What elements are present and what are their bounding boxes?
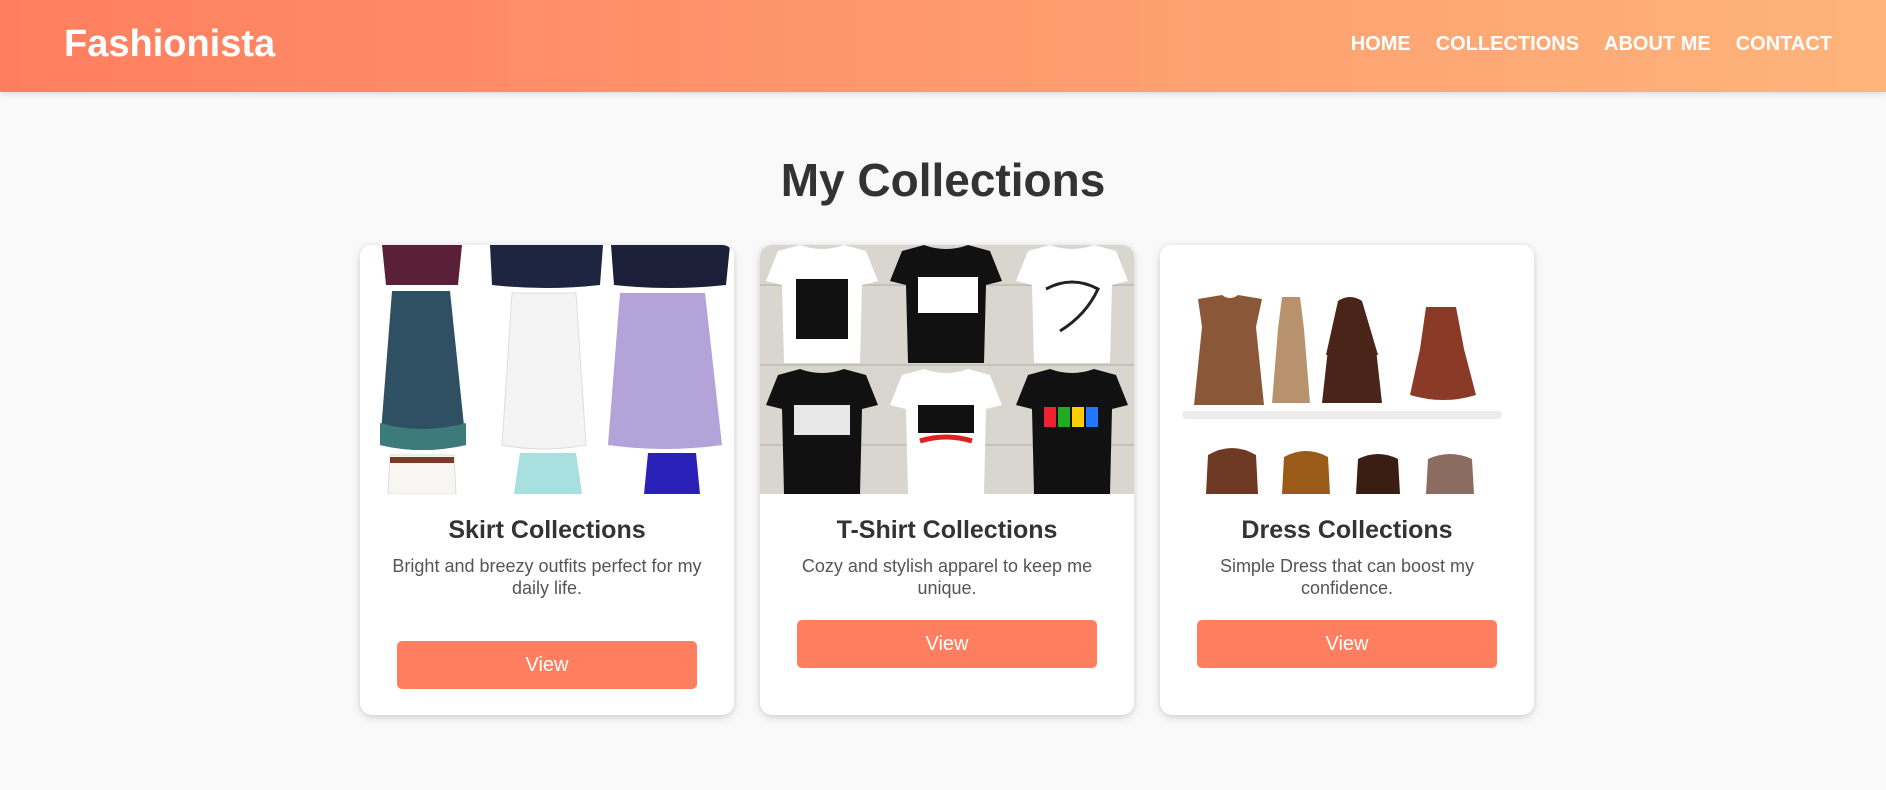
nav-about-me[interactable]: ABOUT ME bbox=[1604, 30, 1711, 58]
tshirt-collection-image bbox=[760, 245, 1134, 494]
collection-card-dress: Dress Collections Simple Dress that can … bbox=[1160, 245, 1534, 715]
card-description: Simple Dress that can boost my confidenc… bbox=[1219, 556, 1475, 598]
card-title: Dress Collections bbox=[1241, 516, 1453, 544]
page-title: My Collections bbox=[780, 154, 1106, 206]
site-header: Fashionista HOME COLLECTIONS ABOUT ME CO… bbox=[0, 0, 1886, 92]
card-description: Bright and breezy outfits perfect for my… bbox=[392, 556, 702, 598]
collection-card-skirt: Skirt Collections Bright and breezy outf… bbox=[360, 245, 734, 715]
collection-card-tshirt: T-Shirt Collections Cozy and stylish app… bbox=[760, 245, 1134, 715]
card-title: Skirt Collections bbox=[448, 516, 646, 544]
dress-collection-image bbox=[1160, 245, 1534, 494]
main-nav: HOME COLLECTIONS ABOUT ME CONTACT bbox=[1351, 30, 1832, 58]
nav-home[interactable]: HOME bbox=[1351, 30, 1411, 58]
view-skirt-button[interactable]: View bbox=[397, 641, 697, 689]
card-description: Cozy and stylish apparel to keep me uniq… bbox=[801, 556, 1093, 598]
brand-logo[interactable]: Fashionista bbox=[64, 22, 275, 66]
nav-contact[interactable]: CONTACT bbox=[1736, 30, 1832, 58]
view-dress-button[interactable]: View bbox=[1197, 620, 1497, 668]
card-title: T-Shirt Collections bbox=[836, 516, 1058, 544]
nav-collections[interactable]: COLLECTIONS bbox=[1436, 30, 1579, 58]
skirt-collection-image bbox=[360, 245, 734, 494]
view-tshirt-button[interactable]: View bbox=[797, 620, 1097, 668]
